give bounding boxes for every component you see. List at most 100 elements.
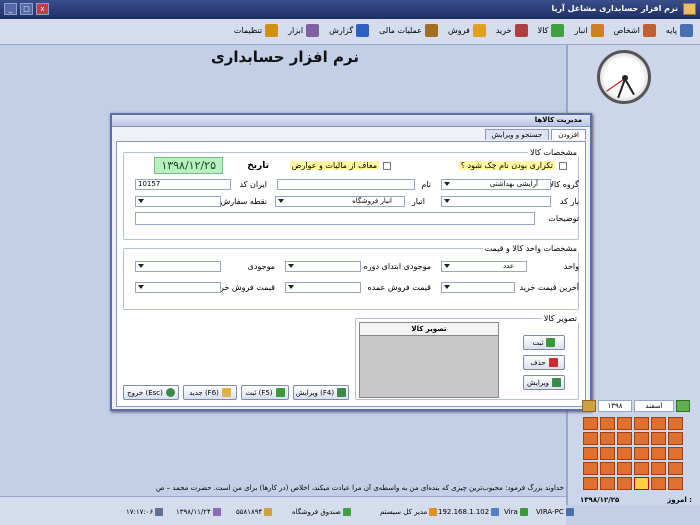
tab-add[interactable]: افزودن: [551, 129, 586, 140]
status-user-text: Vira: [504, 508, 518, 516]
save-f5-label: ثبت (F5): [245, 388, 273, 397]
chevron-down-icon: [444, 264, 450, 268]
menu-item-goods[interactable]: کالا: [535, 23, 568, 38]
status-computer-text: VIRA-PC: [536, 508, 564, 516]
calendar-day[interactable]: [634, 462, 649, 475]
calendar-day[interactable]: [668, 447, 683, 460]
barcode-label: بار کد: [559, 197, 579, 206]
next-month-arrow-icon[interactable]: [582, 400, 596, 412]
status-role-text: مدیر کل سیستم: [380, 508, 428, 516]
calendar-year[interactable]: ۱۳۹۸: [598, 400, 632, 412]
calendar-day[interactable]: [600, 432, 615, 445]
calendar-day[interactable]: [634, 432, 649, 445]
calendar-day[interactable]: [651, 447, 666, 460]
close-button[interactable]: x: [36, 3, 49, 15]
calendar-day[interactable]: [583, 417, 598, 430]
code-icon: [264, 508, 273, 516]
image-delete-button[interactable]: حذف: [523, 355, 565, 370]
calendar-day[interactable]: [617, 462, 632, 475]
duplicate-check-label: تکراری بودن نام چک شود ؟: [458, 161, 555, 170]
minimize-button[interactable]: _: [4, 3, 17, 15]
warehouse-label: انبار: [411, 197, 425, 206]
last-buy-price-input[interactable]: [441, 282, 515, 293]
warehouse-select[interactable]: انبار فروشگاه: [275, 196, 405, 207]
edit-f4-button[interactable]: ویرایش (F4): [293, 385, 349, 400]
group-select[interactable]: آرایشی بهداشتی: [441, 179, 551, 190]
tab-search-edit[interactable]: جستجو و ویرایش: [484, 129, 550, 140]
purchase-icon: [514, 24, 528, 37]
sales-icon: [472, 24, 486, 37]
exit-esc-button[interactable]: خروج (Esc): [123, 385, 179, 400]
calendar-day[interactable]: [583, 447, 598, 460]
image-grid: تصویر کالا: [359, 322, 499, 398]
barcode-select[interactable]: [441, 196, 551, 207]
image-grid-header: تصویر کالا: [360, 323, 498, 336]
calendar-day[interactable]: [617, 417, 632, 430]
description-label: توضیحات: [548, 214, 579, 223]
chevron-down-icon: [138, 199, 144, 203]
calendar-day[interactable]: [583, 477, 598, 490]
menu-item-report[interactable]: گزارش: [326, 23, 372, 38]
image-save-button[interactable]: ثبت: [523, 335, 565, 350]
calendar-day[interactable]: [600, 417, 615, 430]
calendar-day[interactable]: [634, 417, 649, 430]
calendar-day[interactable]: [651, 462, 666, 475]
calendar-month[interactable]: اسفند: [634, 400, 674, 412]
window-title: نرم افزار حسابداری مشاغل آریا: [551, 4, 678, 13]
menu-item-label: انبار: [574, 26, 588, 35]
calendar-day[interactable]: [668, 462, 683, 475]
unit-select[interactable]: عدد: [441, 261, 527, 272]
computer-icon: [565, 508, 574, 516]
menu-item-label: اشخاص: [613, 26, 640, 35]
duplicate-check-checkbox[interactable]: [559, 162, 567, 170]
calendar-day[interactable]: [583, 462, 598, 475]
opening-stock-input[interactable]: [285, 261, 361, 272]
status-code-text: ۵۵۸۱۸۹۴: [236, 508, 263, 516]
save-f5-button[interactable]: ثبت (F5): [241, 385, 289, 400]
edit-f4-label: ویرایش (F4): [295, 388, 335, 397]
calendar-day[interactable]: [668, 432, 683, 445]
menu-item-label: تنظیمات: [233, 26, 263, 35]
calendar-day[interactable]: [668, 417, 683, 430]
retail-price-input[interactable]: [135, 282, 221, 293]
maximize-button[interactable]: □: [20, 3, 33, 15]
menu-item-purchase[interactable]: خرید: [493, 23, 531, 38]
calendar-day[interactable]: [668, 477, 683, 490]
calendar-day[interactable]: [634, 447, 649, 460]
tax-exempt-checkbox[interactable]: [383, 162, 391, 170]
calendar-day[interactable]: [651, 477, 666, 490]
image-save-label: ثبت: [532, 338, 544, 347]
menu-item-people[interactable]: اشخاص: [611, 23, 659, 38]
calendar-day[interactable]: [600, 447, 615, 460]
calendar-day[interactable]: [651, 432, 666, 445]
calendar-day[interactable]: [583, 432, 598, 445]
calendar-day[interactable]: [634, 477, 649, 490]
menu-item-sales[interactable]: فروش: [445, 23, 489, 38]
name-input[interactable]: [277, 179, 415, 190]
today-value: ۱۳۹۸/۱۲/۲۵: [580, 496, 620, 504]
description-input[interactable]: [135, 212, 535, 225]
order-point-input[interactable]: [135, 196, 221, 207]
menu-item-finance[interactable]: عملیات مالی: [376, 23, 441, 38]
calendar-day[interactable]: [617, 477, 632, 490]
menu-item-base[interactable]: پایه: [663, 23, 696, 38]
stock-input[interactable]: [135, 261, 221, 272]
goods-icon: [551, 24, 565, 37]
report-icon: [356, 24, 370, 37]
menu-item-tools[interactable]: ابزار: [285, 23, 322, 38]
calendar-day[interactable]: [617, 432, 632, 445]
prev-month-arrow-icon[interactable]: [676, 400, 690, 412]
iran-code-input[interactable]: 10157: [135, 179, 231, 190]
calendar-day[interactable]: [617, 447, 632, 460]
status-user: Vira: [504, 508, 528, 516]
unit-price-group: [123, 248, 579, 310]
menu-item-settings[interactable]: تنظیمات: [231, 23, 281, 38]
group-select-value: آرایشی بهداشتی: [489, 180, 538, 188]
image-edit-button[interactable]: ویرایش: [523, 375, 565, 390]
menu-item-warehouse[interactable]: انبار: [571, 23, 606, 38]
calendar-day[interactable]: [600, 477, 615, 490]
calendar-day[interactable]: [600, 462, 615, 475]
calendar-day[interactable]: [651, 417, 666, 430]
new-f6-button[interactable]: جدید (F6): [183, 385, 237, 400]
wholesale-price-input[interactable]: [285, 282, 361, 293]
